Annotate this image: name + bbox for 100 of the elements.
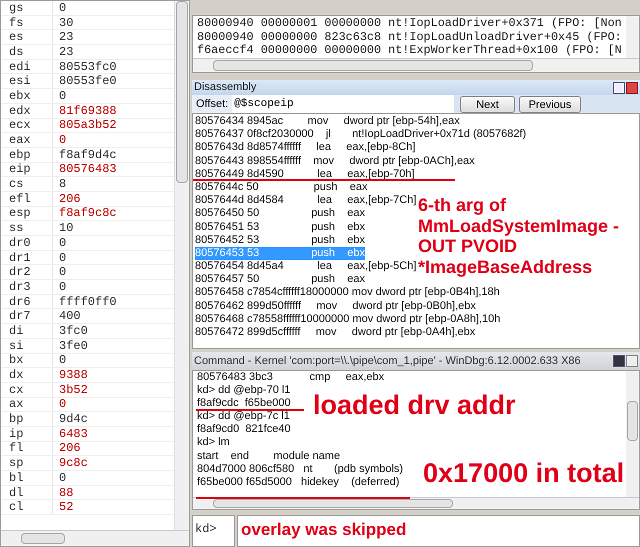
disassembly-line[interactable]: 80576452 53 push ebx xyxy=(195,234,366,247)
disassembly-line[interactable]: 80576458 c7854cffffff18000000 mov dword ptr [ebp-0B4h],18h xyxy=(195,286,500,300)
register-value: 0 xyxy=(58,132,66,149)
command-output-line: f8af9cdc f65be000 xyxy=(197,398,291,410)
register-value: 0 xyxy=(58,234,66,252)
register-name: di xyxy=(1,324,53,338)
disassembly-line[interactable]: 8057644c 50 push eax xyxy=(195,180,368,194)
disassembly-line[interactable]: 80576450 50 push eax xyxy=(195,207,366,220)
command-output-line: 80576483 3bc3 cmp eax,ebx xyxy=(197,372,384,383)
register-name: si xyxy=(1,338,53,352)
disassembly-line[interactable]: 80576449 8d4590 lea eax,[ebp-70h] xyxy=(195,168,415,181)
panel-title: Disassembly xyxy=(194,80,256,96)
annotation-text: 0x17000 in total xyxy=(423,458,624,488)
annotation-text: 6-th arg of MmLoadSystemImage - OUT PVOID *ImageBaseAddress xyxy=(418,195,620,277)
register-value: 0 xyxy=(58,278,66,296)
register-name: dr0 xyxy=(1,236,53,250)
register-name: dr6 xyxy=(1,294,53,308)
disassembly-line[interactable]: 80576468 c78558ffffff10000000 mov dword ptr [ebp-0A8h],10h xyxy=(195,312,500,326)
scroll-thumb[interactable] xyxy=(21,533,65,544)
disassembly-line[interactable]: 8057644d 8d4584 lea eax,[ebp-7Ch] xyxy=(195,194,416,208)
scroll-thumb[interactable] xyxy=(213,60,533,71)
register-value: 206 xyxy=(58,440,81,458)
register-name: ebx xyxy=(1,89,53,103)
register-name: dr1 xyxy=(1,250,53,264)
register-value: 81f69388 xyxy=(58,102,117,119)
register-name: dr2 xyxy=(1,265,53,280)
register-value: 0 xyxy=(58,396,66,413)
command-output-line: f65be000 f65d5000 hidekey (deferred) xyxy=(197,476,400,488)
register-name: es xyxy=(1,30,53,44)
stack-line: f6aeccf4 00000000 00000000 nt!ExpWorkerThread+0x100 (FPO: [N xyxy=(197,44,623,58)
vertical-scrollbar[interactable] xyxy=(626,371,639,497)
annotation-text: loaded drv addr xyxy=(313,390,516,420)
register-value: 3b52 xyxy=(58,382,88,399)
disassembly-line[interactable]: 80576443 898554ffffff mov dword ptr [ebp-0ACh],eax xyxy=(195,154,475,168)
register-name: esi xyxy=(1,74,53,88)
register-value: 9d4c xyxy=(58,411,88,428)
disassembly-line[interactable]: 80576454 8d45a4 lea eax,[ebp-5Ch] xyxy=(195,260,416,274)
command-output-line: f8af9cd0 821fce40 xyxy=(197,424,291,436)
disassembly-line[interactable]: 80576472 899d5cffffff mov dword ptr [ebp-0A4h],ebx xyxy=(195,326,476,340)
command-prompt: kd> xyxy=(195,522,217,536)
offset-label: Offset: xyxy=(192,95,232,113)
vertical-scrollbar[interactable] xyxy=(626,16,639,58)
register-value: 80553fc0 xyxy=(58,58,117,75)
register-value: 8 xyxy=(58,176,66,194)
register-value: 3fe0 xyxy=(58,338,88,355)
register-value: 23 xyxy=(58,29,74,46)
disassembly-line[interactable]: 80576451 53 push ebx xyxy=(195,220,366,234)
command-output-line: kd> dd @ebp-7c l1 xyxy=(197,411,290,422)
stack-line: 80000940 00000001 00000000 nt!IopLoadDriver+0x371 (FPO: [Non xyxy=(197,17,623,30)
scroll-thumb[interactable] xyxy=(176,1,188,183)
register-name: ebp xyxy=(1,148,53,162)
register-value: 30 xyxy=(58,14,74,32)
register-name: cs xyxy=(1,177,53,191)
nav-button[interactable]: Previous xyxy=(519,96,581,112)
disassembly-line[interactable]: 80576457 50 push eax xyxy=(195,273,366,286)
horizontal-scrollbar[interactable] xyxy=(1,530,189,546)
horizontal-scrollbar[interactable] xyxy=(193,58,639,72)
register-value: 9c8c xyxy=(58,455,88,472)
register-name: sp xyxy=(1,456,53,470)
register-value: 80576483 xyxy=(58,161,117,178)
scroll-thumb[interactable] xyxy=(627,401,638,441)
register-value: 9388 xyxy=(58,367,88,384)
register-value: 400 xyxy=(58,308,81,325)
register-value: 0 xyxy=(58,264,66,282)
register-name: bl xyxy=(1,471,53,485)
register-value: 0 xyxy=(58,352,66,370)
nav-button[interactable]: Next xyxy=(460,96,515,112)
disassembly-line[interactable]: 80576434 8945ac mov dword ptr [ebp-54h],eax xyxy=(195,115,460,128)
command-input[interactable] xyxy=(237,515,640,547)
register-name: dr3 xyxy=(1,280,53,294)
register-value: 805a3b52 xyxy=(58,117,117,134)
register-value: 0 xyxy=(58,250,66,267)
command-output-line: 804d7000 806cf580 nt (pdb symbols) xyxy=(197,464,404,475)
offset-field[interactable]: Offset: @$scopeip xyxy=(192,95,454,113)
register-name: bp xyxy=(1,412,53,426)
command-output-line: kd> lm xyxy=(197,437,230,448)
register-name: dl xyxy=(1,486,53,500)
window-icon[interactable] xyxy=(613,82,625,94)
register-name: efl xyxy=(1,192,53,206)
register-name: edi xyxy=(1,60,53,74)
register-name: fl xyxy=(1,442,53,456)
register-value: f8af9c8c xyxy=(58,205,117,222)
command-output-line: kd> dd @ebp-70 l1 xyxy=(197,385,290,396)
register-value: 6483 xyxy=(58,426,88,443)
register-value: 206 xyxy=(58,190,81,207)
register-name: fs xyxy=(1,16,53,30)
disassembly-line[interactable]: 80576437 0f8cf2030000 jl nt!IopLoadDriver+0x71d (8057682f) xyxy=(195,128,526,142)
disassembly-line[interactable]: 80576462 899d50ffffff mov dword ptr [ebp-0B0h],ebx xyxy=(195,300,476,313)
vertical-scrollbar[interactable] xyxy=(174,1,189,530)
register-value: 0 xyxy=(58,1,66,17)
register-name: cx xyxy=(1,382,53,397)
register-value: 88 xyxy=(58,484,74,502)
scroll-thumb[interactable] xyxy=(213,499,453,508)
register-value: 10 xyxy=(58,220,74,238)
register-value: 0 xyxy=(58,470,66,487)
disassembly-line[interactable]: 8057643d 8d8574ffffff lea eax,[ebp-8Ch] xyxy=(195,141,416,155)
panel-title: Command - Kernel 'com:port=\\.\pipe\com_1,pipe' - WinDbg:6.12.0002.633 X86 xyxy=(194,354,581,369)
register-name: cl xyxy=(1,500,53,514)
register-value: 23 xyxy=(58,44,74,61)
horizontal-scrollbar[interactable] xyxy=(193,497,639,509)
